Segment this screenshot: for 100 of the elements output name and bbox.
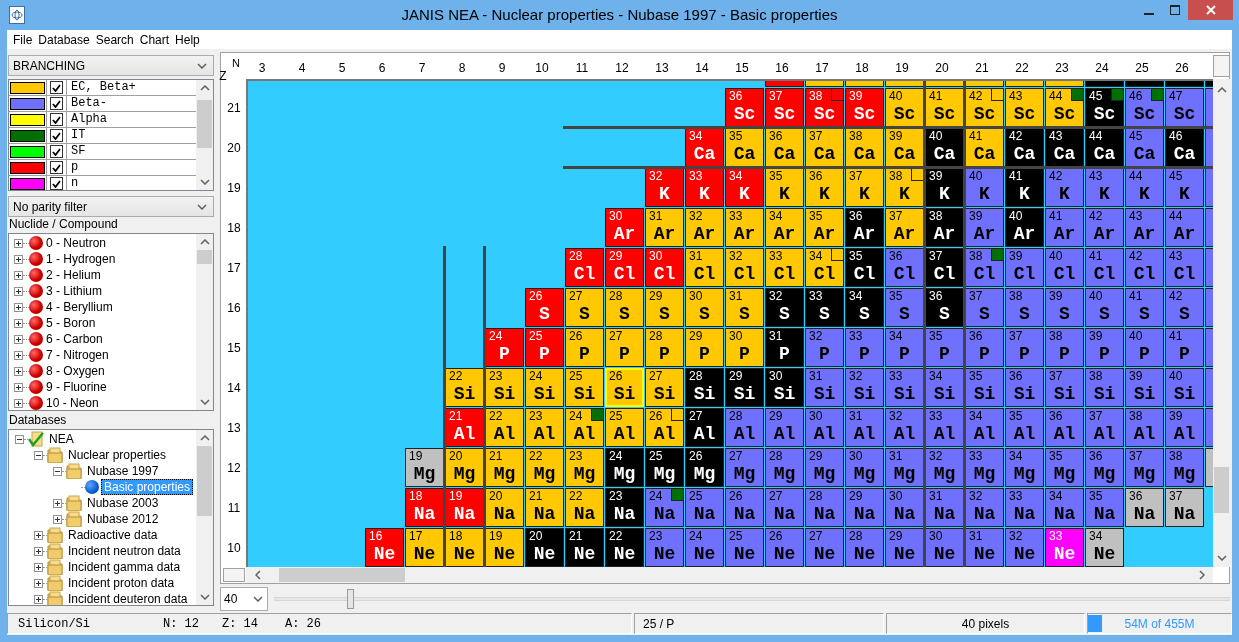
- nuclide-cell[interactable]: 28 Na: [805, 488, 844, 527]
- nuclide-cell[interactable]: 24 Na: [645, 488, 684, 527]
- nuclide-cell[interactable]: 38 Al: [1125, 408, 1164, 447]
- nuclide-cell[interactable]: 35 Ar: [805, 208, 844, 247]
- nuclide-cell[interactable]: 37 Ar: [885, 208, 924, 247]
- nuclide-cell[interactable]: 31 Ne: [965, 528, 1004, 567]
- nuclide-cell[interactable]: 29 Cl: [605, 248, 644, 287]
- nuclide-cell[interactable]: 42 K: [1045, 168, 1084, 207]
- nuclide-cell[interactable]: 31 S: [725, 288, 764, 327]
- scrollbar[interactable]: [246, 567, 1213, 583]
- menu-item[interactable]: Search: [92, 30, 137, 49]
- nuclide-cell[interactable]: 30 Na: [885, 488, 924, 527]
- nuclide-cell[interactable]: 32 Al: [885, 408, 924, 447]
- nuclide-cell[interactable]: 24 Mg: [605, 448, 644, 487]
- tree-item[interactable]: Nubase 2003: [84, 495, 162, 511]
- nuclide-cell[interactable]: 38 Mg: [1165, 448, 1204, 487]
- nuclide-cell[interactable]: 26 Na: [725, 488, 764, 527]
- nuclide-cell[interactable]: 41 P: [1165, 328, 1204, 367]
- nuclide-cell[interactable]: 35 Cl: [845, 248, 884, 287]
- nuclide-cell[interactable]: 38 Si: [1085, 368, 1124, 407]
- tree-item[interactable]: Incident proton data: [65, 575, 178, 591]
- nuclide-cell[interactable]: 33 Mg: [965, 448, 1004, 487]
- nuclide-cell[interactable]: 33 Si: [885, 368, 924, 407]
- nuclide-cell[interactable]: 28 Mg: [765, 448, 804, 487]
- nuclide-cell[interactable]: 41 Ar: [1045, 208, 1084, 247]
- nuclide-cell[interactable]: 33 Na: [1005, 488, 1044, 527]
- nuclide-cell[interactable]: 31 P: [765, 328, 804, 367]
- tree-item[interactable]: 7 - Nitrogen: [43, 347, 112, 363]
- tree-item[interactable]: Nuclear properties: [65, 447, 170, 463]
- nuclide-cell[interactable]: 34 K: [725, 168, 764, 207]
- nuclide-cell[interactable]: 40 S: [1085, 288, 1124, 327]
- nuclide-cell[interactable]: 28 Cl: [565, 248, 604, 287]
- nuclide-cell[interactable]: 43 Sc: [1005, 88, 1044, 127]
- nuclide-cell[interactable]: 28 Al: [725, 408, 764, 447]
- expand-toggle[interactable]: [14, 318, 23, 328]
- nuclide-cell[interactable]: 42 S: [1165, 288, 1204, 327]
- nuclide-cell[interactable]: 29 Ne: [885, 528, 924, 567]
- nuclide-cell[interactable]: 40 Cl: [1045, 248, 1084, 287]
- nuclide-cell[interactable]: 37 S: [965, 288, 1004, 327]
- close-button[interactable]: [1188, 0, 1233, 20]
- expand-toggle[interactable]: [34, 594, 43, 604]
- nuclide-cell[interactable]: 28 P: [645, 328, 684, 367]
- nuclide-cell[interactable]: 25 Na: [685, 488, 724, 527]
- tree-item[interactable]: Radioactive data: [65, 527, 161, 543]
- nuclide-cell[interactable]: 37 Al: [1085, 408, 1124, 447]
- tree-item[interactable]: 2 - Helium: [43, 267, 104, 283]
- scroll-thumb[interactable]: [197, 446, 212, 516]
- nuclide-cell[interactable]: 40 Ar: [1005, 208, 1044, 247]
- nuclide-cell[interactable]: 38 Sc: [805, 88, 844, 127]
- nuclide-cell[interactable]: 45 K: [1165, 168, 1204, 207]
- nuclide-cell[interactable]: 37 K: [845, 168, 884, 207]
- nuclide-cell[interactable]: 26 Ne: [765, 528, 804, 567]
- expand-toggle[interactable]: [14, 270, 23, 280]
- tree-item[interactable]: 3 - Lithium: [43, 283, 106, 299]
- nuclide-cell[interactable]: 34 Mg: [1005, 448, 1044, 487]
- nuclide-cell[interactable]: 26 Al: [645, 408, 684, 447]
- nuclide-cell[interactable]: 39 Cl: [1005, 248, 1044, 287]
- expand-toggle[interactable]: [34, 578, 43, 588]
- nuclide-cell[interactable]: 40 K: [965, 168, 1004, 207]
- nuclide-cell[interactable]: 30 P: [725, 328, 764, 367]
- nuclide-cell[interactable]: 34 Al: [965, 408, 1004, 447]
- nuclide-cell[interactable]: 32 Ne: [1005, 528, 1044, 567]
- scroll-thumb[interactable]: [197, 250, 212, 264]
- nuclide-cell[interactable]: 27 Ne: [805, 528, 844, 567]
- expand-toggle[interactable]: [14, 366, 23, 376]
- expand-toggle[interactable]: [34, 450, 43, 460]
- nuclide-cell[interactable]: 24 P: [485, 328, 524, 367]
- nuclide-cell[interactable]: 21 Ne: [565, 528, 604, 567]
- nuclide-cell[interactable]: 29 Na: [845, 488, 884, 527]
- parity-dropdown[interactable]: No parity filter: [8, 196, 214, 217]
- expand-toggle[interactable]: [14, 238, 23, 248]
- nuclide-cell[interactable]: 31 Mg: [885, 448, 924, 487]
- nuclide-cell[interactable]: 27 P: [605, 328, 644, 367]
- tree-item[interactable]: 0 - Neutron: [43, 235, 110, 251]
- expand-toggle[interactable]: [53, 466, 62, 476]
- nuclide-cell[interactable]: 34 Ne: [1085, 528, 1124, 567]
- scrollbar[interactable]: [1213, 79, 1230, 567]
- nuclide-cell[interactable]: 32 Si: [845, 368, 884, 407]
- expand-toggle[interactable]: [15, 434, 24, 444]
- nuclide-cell[interactable]: 32 Cl: [725, 248, 764, 287]
- nuclide-cell[interactable]: 37 Si: [1045, 368, 1084, 407]
- nuclide-cell[interactable]: 23 Mg: [565, 448, 604, 487]
- tree-item[interactable]: Nubase 1997: [84, 463, 162, 479]
- nuclide-cell[interactable]: 25 Si: [565, 368, 604, 407]
- nuclide-cell[interactable]: 46 Sc: [1125, 88, 1164, 127]
- nuclide-cell[interactable]: 40 P: [1125, 328, 1164, 367]
- nuclide-cell[interactable]: 24 Al: [565, 408, 604, 447]
- nuclide-cell[interactable]: 29 Si: [725, 368, 764, 407]
- nuclide-cell[interactable]: 29 S: [645, 288, 684, 327]
- expand-toggle[interactable]: [14, 382, 23, 392]
- nuclide-cell[interactable]: 41 K: [1005, 168, 1044, 207]
- nuclide-cell[interactable]: 38 Cl: [965, 248, 1004, 287]
- nuclide-cell[interactable]: 44 Sc: [1045, 88, 1084, 127]
- nuclide-cell[interactable]: 43 Cl: [1165, 248, 1204, 287]
- nuclide-cell[interactable]: 30 Ar: [605, 208, 644, 247]
- tree-item[interactable]: 1 - Hydrogen: [43, 251, 119, 267]
- nuclide-cell[interactable]: 30 Mg: [845, 448, 884, 487]
- menu-item[interactable]: Help: [172, 30, 203, 49]
- nuclide-cell[interactable]: 39 S: [1045, 288, 1084, 327]
- nuclide-cell[interactable]: 25 P: [525, 328, 564, 367]
